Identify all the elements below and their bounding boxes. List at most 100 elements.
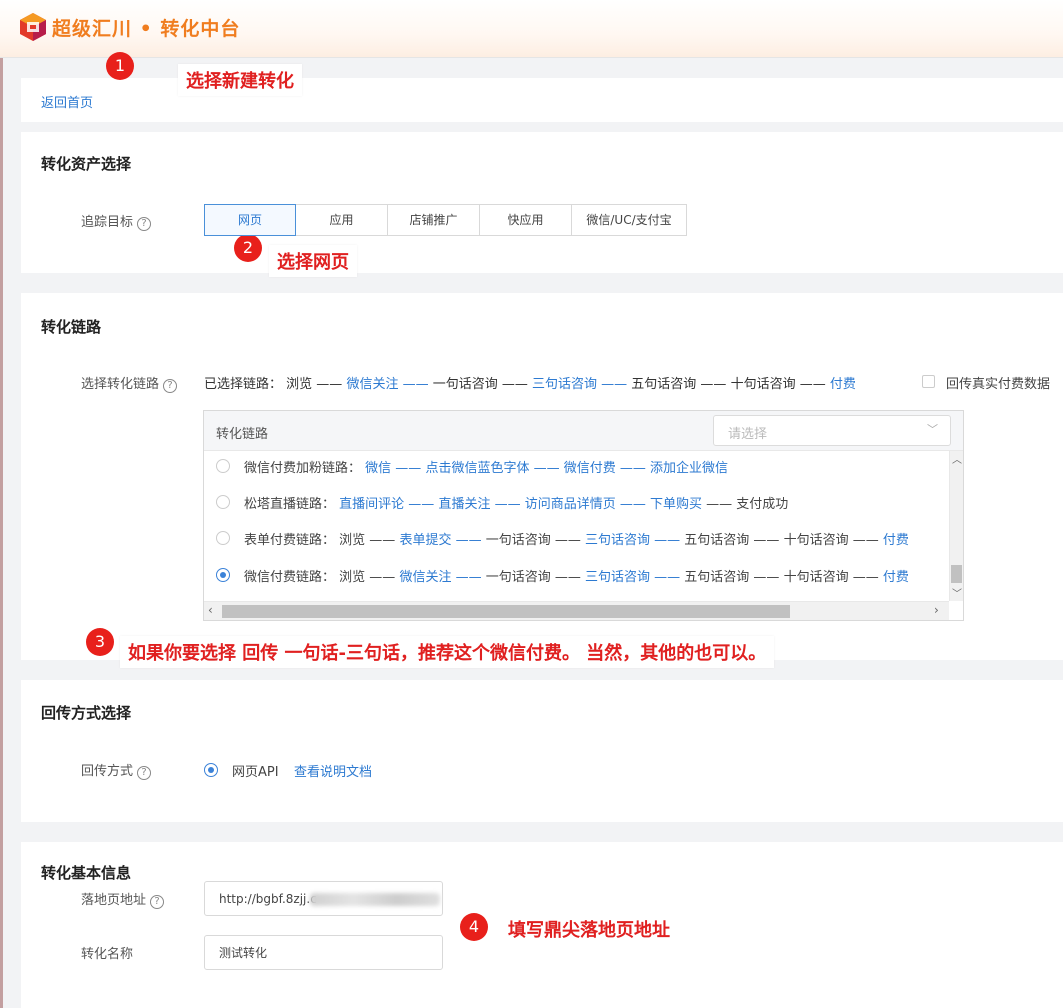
chain-option-row[interactable]: 松塔直播链路： 直播间评论 —— 直播关注 —— 访问商品详情页 —— 下单购买… <box>204 487 949 517</box>
chain-option-row[interactable]: 表单付费链路： 浏览 —— 表单提交 —— 一句话咨询 —— 三句话咨询 —— … <box>204 523 949 553</box>
method-label: 回传方式? <box>81 760 152 780</box>
chain-step: 浏览 <box>286 377 313 392</box>
chain-step: 微信关注 <box>399 570 452 585</box>
chain-step: —— <box>848 570 883 585</box>
selected-chain: 已选择链路： 浏览 —— 微信关注 —— 一句话咨询 —— 三句话咨询 —— 五… <box>204 373 856 392</box>
chain-option-name: 微信付费链路： <box>244 570 336 585</box>
help-icon[interactable]: ? <box>150 895 165 909</box>
track-option-quickapp[interactable]: 快应用 <box>479 204 572 236</box>
selected-chain-steps: 浏览 —— 微信关注 —— 一句话咨询 —— 三句话咨询 —— 五句话咨询 ——… <box>286 377 856 392</box>
scroll-right-icon[interactable]: › <box>934 603 939 617</box>
track-target-label: 追踪目标? <box>81 211 152 231</box>
help-icon[interactable]: ? <box>163 379 178 393</box>
chain-step: 浏览 <box>339 570 366 585</box>
chain-option-text: 微信付费加粉链路： 微信 —— 点击微信蓝色字体 —— 微信付费 —— 添加企业… <box>244 457 728 476</box>
chain-step: —— <box>795 377 830 392</box>
chain-step: 三句话咨询 <box>585 533 651 548</box>
app-title: 超级汇川 • 转化中台 <box>52 18 241 40</box>
annotation-badge-3: 3 <box>86 628 114 656</box>
chain-section: 转化链路 选择转化链路? 已选择链路： 浏览 —— 微信关注 —— 一句话咨询 … <box>21 293 1063 660</box>
chain-step: 一句话咨询 <box>432 377 498 392</box>
left-edge-strip <box>0 58 3 1008</box>
chain-step: —— <box>650 570 685 585</box>
chain-step: —— <box>365 570 400 585</box>
horizontal-scroll-thumb[interactable] <box>222 605 790 618</box>
selected-chain-prefix: 已选择链路： <box>204 377 283 392</box>
track-option-shop[interactable]: 店铺推广 <box>387 204 480 236</box>
method-radio-web-api[interactable] <box>204 763 218 777</box>
chain-list-box: 转化链路 请选择 ﹀ 微信付费加粉链路： 微信 —— 点击微信蓝色字体 —— 微… <box>203 410 964 621</box>
chain-step: —— <box>497 377 532 392</box>
chain-step: 微信关注 <box>346 377 399 392</box>
chain-step: —— <box>696 377 731 392</box>
landing-url-label-text: 落地页地址 <box>81 893 147 908</box>
section-title-method: 回传方式选择 <box>41 704 132 722</box>
logo-icon <box>20 13 46 41</box>
track-target-text: 追踪目标 <box>81 215 134 230</box>
asset-section: 转化资产选择 追踪目标? 网页 应用 店铺推广 快应用 微信/UC/支付宝 <box>21 132 1063 273</box>
chain-step: —— <box>391 461 426 476</box>
real-payment-checkbox[interactable] <box>922 375 935 388</box>
chain-step: 三句话咨询 <box>532 377 598 392</box>
landing-url-label: 落地页地址? <box>81 889 165 909</box>
chain-step: 浏览 <box>339 533 366 548</box>
chain-step: —— <box>404 497 439 512</box>
chain-step: —— <box>550 570 585 585</box>
annotation-note-1: 选择新建转化 <box>178 64 302 96</box>
chain-step: —— <box>451 570 486 585</box>
chain-step: 付费 <box>829 377 856 392</box>
chain-step: —— <box>650 533 685 548</box>
track-option-web[interactable]: 网页 <box>204 204 296 236</box>
chain-step: 直播关注 <box>438 497 491 512</box>
chain-step: —— <box>749 570 784 585</box>
chain-option-row[interactable]: 微信付费加粉链路： 微信 —— 点击微信蓝色字体 —— 微信付费 —— 添加企业… <box>204 451 949 481</box>
chain-option-radio[interactable] <box>216 531 230 545</box>
scroll-up-icon[interactable]: ︿ <box>952 451 962 466</box>
vertical-scroll-thumb[interactable] <box>951 565 962 583</box>
chain-step: —— <box>550 533 585 548</box>
chain-step: 支付成功 <box>736 497 789 512</box>
method-section: 回传方式选择 回传方式? 网页API 查看说明文档 <box>21 680 1063 822</box>
chain-step: 三句话咨询 <box>585 570 651 585</box>
chain-step: —— <box>749 533 784 548</box>
back-home-link[interactable]: 返回首页 <box>41 92 93 111</box>
chain-step: —— <box>702 497 737 512</box>
chain-step: —— <box>398 377 433 392</box>
real-payment-checkbox-label: 回传真实付费数据 <box>946 377 1051 392</box>
chain-step: —— <box>451 533 486 548</box>
chain-option-row[interactable]: 微信付费链路： 浏览 —— 微信关注 —— 一句话咨询 —— 三句话咨询 —— … <box>204 560 949 590</box>
annotation-badge-2: 2 <box>234 234 262 262</box>
chain-step: —— <box>365 533 400 548</box>
help-icon[interactable]: ? <box>137 766 152 780</box>
chain-option-radio[interactable] <box>216 568 230 582</box>
chain-step: 十句话咨询 <box>730 377 796 392</box>
scroll-left-icon[interactable]: ‹ <box>208 603 213 617</box>
section-title-asset: 转化资产选择 <box>41 155 132 173</box>
track-option-wechat-uc-alipay[interactable]: 微信/UC/支付宝 <box>571 204 687 236</box>
chain-option-radio[interactable] <box>216 495 230 509</box>
chain-step: —— <box>597 377 632 392</box>
chain-option-text: 松塔直播链路： 直播间评论 —— 直播关注 —— 访问商品详情页 —— 下单购买… <box>244 493 788 512</box>
chain-option-text: 微信付费链路： 浏览 —— 微信关注 —— 一句话咨询 —— 三句话咨询 —— … <box>244 566 909 585</box>
chain-option-name: 微信付费加粉链路： <box>244 461 362 476</box>
scroll-down-icon[interactable]: ﹀ <box>952 585 962 600</box>
track-option-app[interactable]: 应用 <box>295 204 388 236</box>
chain-step: 直播间评论 <box>339 497 405 512</box>
vertical-scrollbar[interactable]: ︿ ﹀ <box>949 451 963 601</box>
chain-option-radio[interactable] <box>216 459 230 473</box>
help-icon[interactable]: ? <box>137 217 152 231</box>
chain-step: 表单提交 <box>399 533 452 548</box>
chain-step: 添加企业微信 <box>650 461 729 476</box>
conversion-name-input[interactable] <box>204 935 443 970</box>
chain-step: 微信付费 <box>563 461 616 476</box>
chain-step: 十句话咨询 <box>783 533 849 548</box>
conversion-name-label: 转化名称 <box>81 947 134 962</box>
chain-step: —— <box>615 461 650 476</box>
chain-select[interactable]: 请选择 ﹀ <box>713 415 951 446</box>
chain-option-name: 表单付费链路： <box>244 533 336 548</box>
chain-option-name: 松塔直播链路： <box>244 497 336 512</box>
method-option-label: 网页API <box>232 765 279 780</box>
horizontal-scrollbar[interactable]: ‹ › <box>204 601 949 620</box>
chain-step: 微信 <box>365 461 392 476</box>
view-docs-link[interactable]: 查看说明文档 <box>294 761 372 780</box>
